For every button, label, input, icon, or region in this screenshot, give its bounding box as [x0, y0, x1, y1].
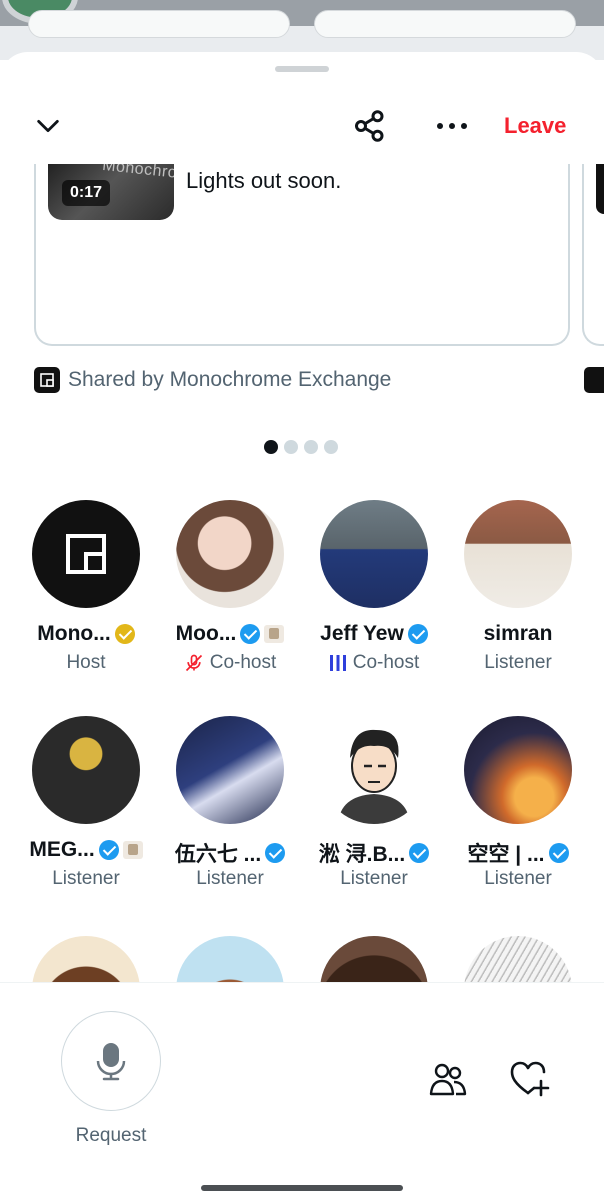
verified-gold-badge-icon — [114, 624, 135, 644]
participant-cohost[interactable]: Moo... Co-host — [158, 500, 302, 700]
more-options-icon[interactable] — [428, 102, 476, 150]
shared-by-row: Shared by Monochrome Exchange — [34, 366, 391, 394]
participant-listener[interactable]: MEG... Listener — [14, 716, 158, 916]
avatar — [176, 716, 284, 824]
participant-role: Co-host — [158, 652, 302, 674]
participant-listener[interactable]: 空空 | ... Listener — [446, 716, 590, 916]
name-text: 淞 浔.B... — [318, 843, 406, 866]
video-thumbnail[interactable]: Monochrome 0:17 — [48, 164, 174, 220]
carousel-dot — [284, 440, 298, 454]
carousel-indicator — [264, 440, 338, 454]
role-text: Co-host — [209, 652, 277, 673]
mic-off-icon — [185, 654, 202, 672]
collapse-chevron-down-icon[interactable] — [26, 104, 70, 148]
monochrome-logo-icon — [34, 367, 60, 393]
video-duration: 0:17 — [62, 180, 111, 206]
participant-role: Listener — [14, 868, 158, 890]
name-text: 空空 | ... — [467, 843, 545, 866]
speaking-icon — [329, 655, 346, 671]
avatar — [464, 500, 572, 608]
shared-post-card[interactable]: Monochrome 0:17 Lights out soon. — [34, 164, 570, 346]
peek-pill-left — [28, 10, 290, 38]
request-to-speak-button[interactable] — [61, 1011, 161, 1111]
avatar — [32, 716, 140, 824]
participant-cohost[interactable]: Jeff Yew Co-host — [302, 500, 446, 700]
role-text: Listener — [484, 652, 552, 673]
name-text: simran — [483, 622, 553, 645]
name-text: MEG... — [29, 838, 95, 861]
sheet-header: Leave — [0, 100, 604, 156]
role-text: Listener — [484, 868, 552, 889]
verified-badge-icon — [409, 843, 430, 863]
verified-badge-icon — [407, 624, 428, 644]
role-text: Listener — [196, 868, 264, 889]
peek-pill-right — [314, 10, 576, 38]
participant-listener[interactable]: 伍六七 ... Listener — [158, 716, 302, 916]
space-sheet: Leave Monochrome 0:17 Lights out soon. S… — [0, 52, 604, 1200]
participant-name: 空空 | ... — [446, 838, 590, 868]
carousel-dot — [304, 440, 318, 454]
participant-role: Listener — [302, 868, 446, 890]
participant-role: Listener — [446, 868, 590, 890]
microphone-icon — [96, 1043, 126, 1081]
participant-name: Mono... — [14, 622, 158, 646]
participant-name: 伍六七 ... — [158, 838, 302, 868]
shared-by-label: Shared by Monochrome Exchange — [68, 368, 392, 391]
affiliate-badge-icon — [122, 841, 143, 859]
name-text: Jeff Yew — [320, 622, 404, 645]
role-text: Host — [66, 652, 106, 673]
participant-host[interactable]: Mono... Host — [14, 500, 158, 700]
verified-badge-icon — [265, 843, 286, 863]
verified-badge-icon — [240, 624, 261, 644]
heart-add-icon[interactable] — [506, 1055, 554, 1103]
affiliate-badge-icon — [264, 625, 285, 643]
role-text: Co-host — [352, 652, 420, 673]
participant-name: MEG... — [14, 838, 158, 862]
role-text: Listener — [340, 868, 408, 889]
participant-role: Host — [14, 652, 158, 674]
participant-name: simran — [446, 622, 590, 646]
name-text: 伍六七 ... — [174, 843, 262, 866]
sheet-grabber[interactable] — [275, 66, 329, 72]
avatar — [176, 500, 284, 608]
share-icon[interactable] — [346, 102, 394, 150]
avatar — [320, 500, 428, 608]
participant-name: 淞 浔.B... — [302, 838, 446, 868]
participant-listener[interactable]: simran Listener — [446, 500, 590, 700]
name-text: Mono... — [37, 622, 111, 645]
verified-badge-icon — [98, 840, 119, 860]
participant-listener[interactable]: 淞 浔.B... Listener — [302, 716, 446, 916]
post-text: Lights out soon. — [186, 168, 342, 193]
home-indicator[interactable] — [201, 1185, 403, 1191]
name-text: Moo... — [175, 622, 237, 645]
participant-role: Listener — [446, 652, 590, 674]
avatar — [32, 500, 140, 608]
carousel-dot — [324, 440, 338, 454]
avatar — [320, 716, 428, 824]
verified-badge-icon — [548, 843, 569, 863]
next-card-logo-icon — [584, 367, 604, 393]
bottom-bar: Request — [0, 982, 604, 1200]
background-space-peek — [0, 0, 604, 60]
participant-role: Listener — [158, 868, 302, 890]
leave-button[interactable]: Leave — [504, 108, 588, 144]
avatar — [464, 716, 572, 824]
people-icon[interactable] — [424, 1055, 472, 1103]
participant-name: Jeff Yew — [302, 622, 446, 646]
request-label: Request — [75, 1125, 147, 1146]
participant-name: Moo... — [158, 622, 302, 646]
carousel-dot — [264, 440, 278, 454]
participant-role: Co-host — [302, 652, 446, 674]
role-text: Listener — [52, 868, 120, 889]
next-card-thumbnail — [596, 164, 604, 214]
thumbnail-caption: Monochrome — [101, 164, 174, 185]
